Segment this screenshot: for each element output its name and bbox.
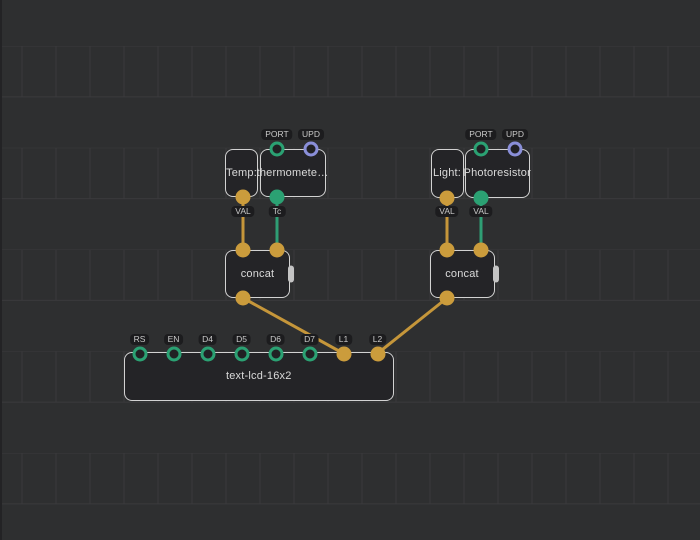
node-title-temp: Temp: (226, 167, 257, 179)
pin-concat-left-output[interactable] (236, 291, 251, 306)
pin-thermometer-port-input[interactable] (270, 142, 285, 157)
pin-lcd-d6-input[interactable] (268, 346, 283, 361)
node-title-photoresistor: Photoresistor (464, 167, 531, 179)
node-concat-left[interactable]: concat (225, 250, 290, 298)
node-title-thermometer: thermomete… (257, 167, 329, 179)
pin-label-upd: UPD (502, 129, 528, 140)
pin-concat-left-input-2[interactable] (270, 243, 285, 258)
pin-photoresistor-port-input[interactable] (474, 141, 489, 156)
pin-label-upd: UPD (298, 129, 324, 140)
pin-label-tc: Tc (269, 206, 286, 217)
pin-concat-right-input-2[interactable] (474, 243, 489, 258)
pin-label-d6: D6 (266, 334, 285, 345)
pin-light-val-output[interactable] (440, 190, 455, 205)
pin-lcd-l2-input[interactable] (370, 346, 385, 361)
pin-label-d7: D7 (300, 334, 319, 345)
pin-concat-right-output[interactable] (440, 291, 455, 306)
patch-canvas[interactable]: Temp: thermomete… Light: Photoresistor c… (0, 0, 700, 540)
pin-lcd-d7-input[interactable] (302, 346, 317, 361)
pin-label-l1: L1 (335, 334, 352, 345)
node-title-lcd: text-lcd-16x2 (226, 370, 292, 382)
node-title-light: Light: (433, 167, 461, 179)
pin-lcd-d5-input[interactable] (234, 346, 249, 361)
pin-label-d5: D5 (232, 334, 251, 345)
node-concat-right[interactable]: concat (430, 250, 495, 298)
pin-label-port: PORT (261, 129, 292, 140)
pin-lcd-d4-input[interactable] (200, 346, 215, 361)
node-text-lcd-16x2[interactable]: text-lcd-16x2 (124, 352, 395, 402)
pin-thermometer-tc-output[interactable] (270, 190, 285, 205)
pin-lcd-rs-input[interactable] (132, 346, 147, 361)
pin-label-en: EN (164, 334, 184, 345)
pin-lcd-en-input[interactable] (166, 346, 181, 361)
pin-label-val: VAL (435, 206, 458, 217)
pin-label-d4: D4 (198, 334, 217, 345)
pin-label-val: VAL (231, 206, 254, 217)
node-title-concat-right: concat (445, 268, 479, 280)
node-title-concat-left: concat (241, 268, 275, 280)
pin-thermometer-upd-input[interactable] (304, 142, 319, 157)
pin-concat-right-input-1[interactable] (440, 243, 455, 258)
pin-label-port: PORT (465, 129, 496, 140)
pin-label-val: VAL (469, 206, 492, 217)
pin-concat-left-input-1[interactable] (236, 243, 251, 258)
pin-lcd-l1-input[interactable] (336, 346, 351, 361)
canvas-left-edge (0, 0, 2, 540)
pin-photoresistor-upd-input[interactable] (508, 141, 523, 156)
pin-temp-val-output[interactable] (236, 190, 251, 205)
node-photoresistor[interactable]: Photoresistor (465, 149, 531, 198)
grid-background (0, 0, 700, 540)
pin-photoresistor-val-output[interactable] (474, 190, 489, 205)
pin-label-rs: RS (130, 334, 150, 345)
pin-label-l2: L2 (369, 334, 386, 345)
node-thermometer[interactable]: thermomete… (260, 149, 326, 197)
variadic-handle[interactable] (493, 266, 499, 283)
variadic-handle[interactable] (288, 266, 294, 283)
